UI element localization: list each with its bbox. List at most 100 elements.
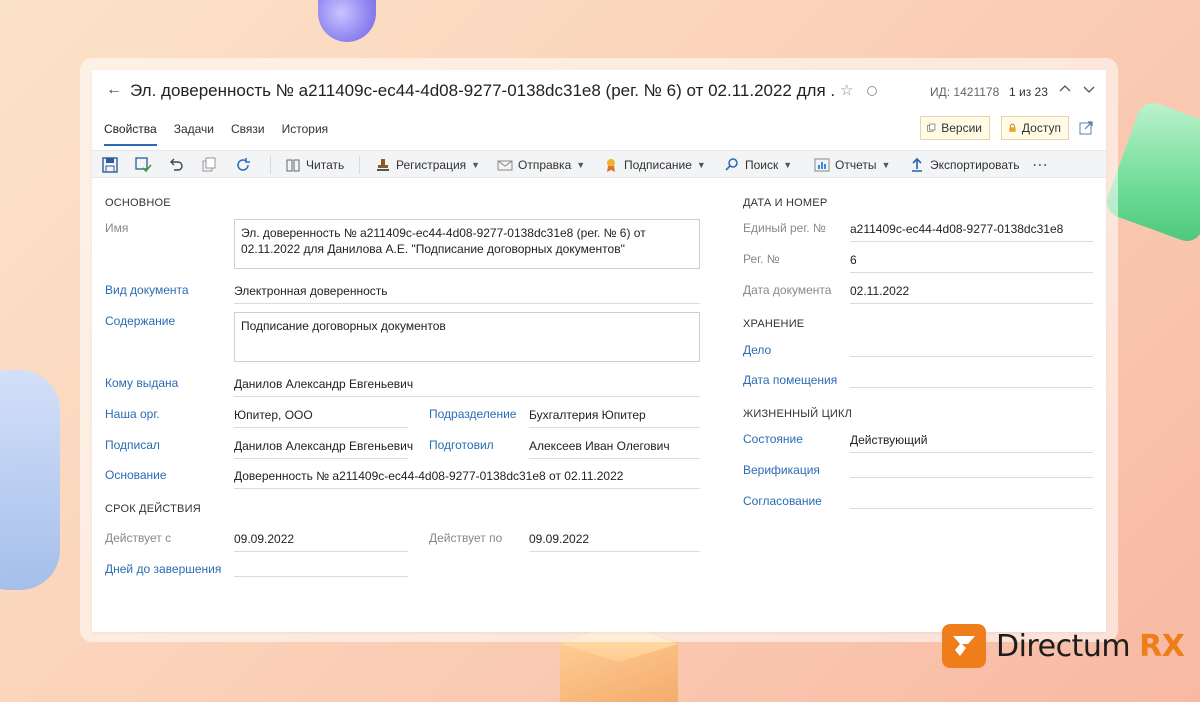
content-link[interactable]: Содержание xyxy=(105,314,175,328)
save-icon[interactable] xyxy=(101,156,119,174)
name-label: Имя xyxy=(105,221,129,235)
placement-date-field[interactable] xyxy=(850,367,1093,388)
refresh-icon[interactable] xyxy=(234,156,252,174)
search-menu[interactable]: Поиск ▼ xyxy=(724,151,792,179)
our-org-link[interactable]: Наша орг. xyxy=(105,407,160,421)
content-field[interactable]: Подписание договорных документов xyxy=(234,312,700,362)
read-label: Читать xyxy=(306,158,345,172)
read-button[interactable]: Читать xyxy=(285,151,344,179)
tab-tasks[interactable]: Задачи xyxy=(174,122,214,146)
days-left-link[interactable]: Дней до завершения xyxy=(105,562,221,576)
chart-icon xyxy=(814,158,830,172)
basis-field[interactable]: Доверенность № a211409c-ec44-4d08-9277-0… xyxy=(234,468,700,489)
chevron-down-icon: ▼ xyxy=(696,160,706,170)
issued-to-field[interactable]: Данилов Александр Евгеньевич xyxy=(234,376,700,397)
approval-link[interactable]: Согласование xyxy=(743,494,822,508)
placement-date-link[interactable]: Дата помещения xyxy=(743,373,837,387)
chevron-down-icon[interactable] xyxy=(1081,81,1097,97)
days-left-field[interactable] xyxy=(234,556,408,577)
seal-icon xyxy=(607,159,615,172)
chevron-down-icon: ▼ xyxy=(576,160,586,170)
toolbar: Читать Регистрация ▼ Отправка ▼ Подписан… xyxy=(92,150,1106,178)
document-date-label: Дата документа xyxy=(743,283,832,297)
reg-number-field[interactable]: 6 xyxy=(850,252,1093,273)
valid-from-field[interactable]: 09.09.2022 xyxy=(234,531,408,552)
tab-bar: Свойства Задачи Связи История xyxy=(104,122,328,146)
name-field[interactable]: Эл. доверенность № a211409c-ec44-4d08-92… xyxy=(234,219,700,269)
section-validity: СРОК ДЕЙСТВИЯ xyxy=(105,503,201,515)
access-label: Доступ xyxy=(1021,121,1061,135)
save-and-close-icon[interactable] xyxy=(134,156,152,174)
unified-reg-number-field[interactable]: a211409c-ec44-4d08-9277-0138dc31e8 xyxy=(850,221,1093,242)
logo-name: Directum xyxy=(996,628,1131,664)
envelope-icon xyxy=(497,160,513,171)
undo-icon[interactable] xyxy=(167,156,185,174)
search-label: Поиск xyxy=(745,158,779,172)
copy-icon[interactable] xyxy=(200,156,218,174)
issued-to-link[interactable]: Кому выдана xyxy=(105,376,178,390)
toolbar-separator xyxy=(270,156,271,174)
search-icon xyxy=(725,158,738,171)
verification-field[interactable] xyxy=(850,457,1093,478)
department-field[interactable]: Бухгалтерия Юпитер xyxy=(529,407,700,428)
decorative-sphere xyxy=(318,0,376,42)
access-button[interactable]: Доступ xyxy=(1001,116,1069,140)
document-type-field[interactable]: Электронная доверенность xyxy=(234,283,700,304)
registration-label: Регистрация xyxy=(396,158,467,172)
export-label: Экспортировать xyxy=(930,158,1020,172)
sign-menu[interactable]: Подписание ▼ xyxy=(603,151,706,179)
case-link[interactable]: Дело xyxy=(743,343,771,357)
status-circle-icon[interactable] xyxy=(867,86,877,96)
section-main: ОСНОВНОЕ xyxy=(105,197,171,209)
reports-label: Отчеты xyxy=(835,158,877,172)
reports-menu[interactable]: Отчеты ▼ xyxy=(814,151,890,179)
export-button[interactable]: Экспортировать xyxy=(909,151,1020,179)
chevron-up-icon[interactable] xyxy=(1057,81,1073,97)
case-field[interactable] xyxy=(850,336,1093,357)
tab-links[interactable]: Связи xyxy=(231,122,265,146)
versions-label: Версии xyxy=(941,121,982,135)
book-icon xyxy=(286,159,300,172)
stamp-icon xyxy=(377,159,389,171)
state-field[interactable]: Действующий xyxy=(850,432,1093,453)
signed-by-link[interactable]: Подписал xyxy=(105,438,160,452)
our-org-field[interactable]: Юпитер, ООО xyxy=(234,407,408,428)
valid-to-field[interactable]: 09.09.2022 xyxy=(529,531,700,552)
document-id: ИД: 1421178 xyxy=(930,85,1000,99)
state-link[interactable]: Состояние xyxy=(743,432,803,446)
record-pager: 1 из 23 xyxy=(1009,85,1048,99)
versions-button[interactable]: Версии xyxy=(920,116,990,140)
document-title: Эл. доверенность № a211409c-ec44-4d08-92… xyxy=(130,81,835,100)
department-link[interactable]: Подразделение xyxy=(429,407,516,421)
document-type-link[interactable]: Вид документа xyxy=(105,283,189,297)
back-arrow-icon[interactable]: ← xyxy=(104,80,124,100)
send-label: Отправка xyxy=(518,158,572,172)
toolbar-separator xyxy=(359,156,360,174)
chevron-down-icon: ▼ xyxy=(471,160,481,170)
chevron-down-icon: ▼ xyxy=(881,160,891,170)
verification-link[interactable]: Верификация xyxy=(743,463,820,477)
more-actions-icon[interactable]: ⋯ xyxy=(1032,151,1048,179)
upload-icon xyxy=(912,157,922,172)
section-storage: ХРАНЕНИЕ xyxy=(743,318,805,330)
document-date-field[interactable]: 02.11.2022 xyxy=(850,283,1093,304)
prepared-by-link[interactable]: Подготовил xyxy=(429,438,494,452)
prepared-by-field[interactable]: Алексеев Иван Олегович xyxy=(529,438,700,459)
sign-label: Подписание xyxy=(624,158,692,172)
chevron-down-icon: ▼ xyxy=(783,160,793,170)
registration-menu[interactable]: Регистрация ▼ xyxy=(375,151,480,179)
send-menu[interactable]: Отправка ▼ xyxy=(497,151,585,179)
tab-history[interactable]: История xyxy=(282,122,329,146)
approval-field[interactable] xyxy=(850,488,1093,509)
title-bar: ← Эл. доверенность № a211409c-ec44-4d08-… xyxy=(92,70,1106,112)
unified-reg-number-label: Единый рег. № xyxy=(743,221,826,235)
document-card: ← Эл. доверенность № a211409c-ec44-4d08-… xyxy=(92,70,1106,632)
basis-link[interactable]: Основание xyxy=(105,468,167,482)
logo-text: Directum RX xyxy=(996,628,1185,664)
section-lifecycle: ЖИЗНЕННЫЙ ЦИКЛ xyxy=(743,408,853,420)
tab-properties[interactable]: Свойства xyxy=(104,122,157,146)
logo-mark-icon xyxy=(942,624,986,668)
signed-by-field[interactable]: Данилов Александр Евгеньевич xyxy=(234,438,413,459)
open-external-icon[interactable] xyxy=(1078,120,1094,136)
star-icon[interactable]: ☆ xyxy=(840,81,853,99)
